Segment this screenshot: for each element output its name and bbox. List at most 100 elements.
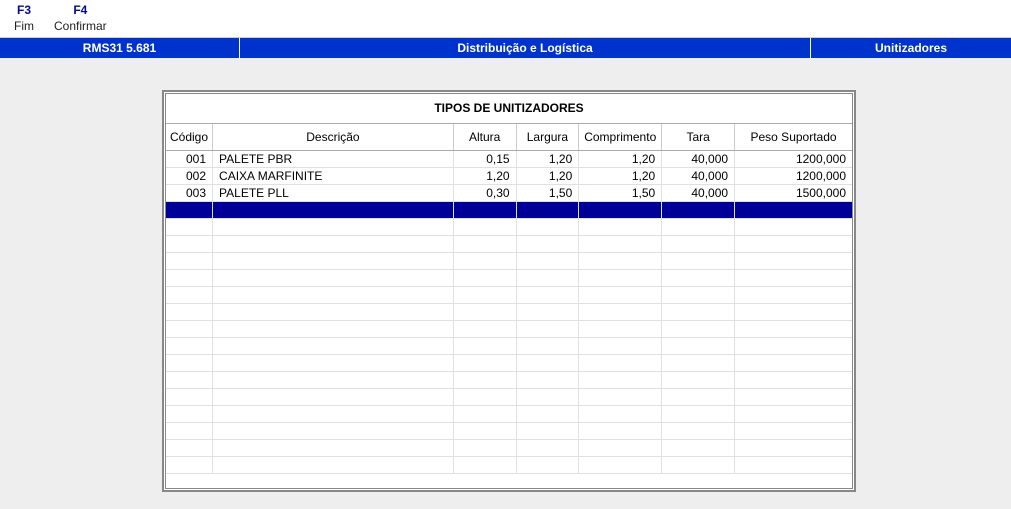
cell-comprimento	[579, 304, 662, 321]
cell-altura	[453, 287, 516, 304]
cell-descricao	[213, 253, 454, 270]
cell-comprimento	[579, 406, 662, 423]
cell-peso	[735, 321, 852, 338]
table-row[interactable]	[166, 202, 852, 219]
cell-tara	[662, 406, 735, 423]
cell-tara	[662, 338, 735, 355]
cell-codigo	[166, 270, 213, 287]
cell-comprimento	[579, 321, 662, 338]
table-row-empty	[166, 321, 852, 338]
col-header-largura: Largura	[516, 124, 579, 151]
table-row-empty	[166, 457, 852, 474]
fkey-label: Fim	[14, 18, 34, 34]
cell-comprimento	[579, 372, 662, 389]
cell-peso	[735, 304, 852, 321]
cell-descricao	[213, 406, 454, 423]
cell-altura	[453, 304, 516, 321]
table-row-empty	[166, 253, 852, 270]
cell-largura	[516, 321, 579, 338]
cell-descricao: PALETE PBR	[213, 151, 454, 168]
table-row-empty	[166, 219, 852, 236]
cell-comprimento: 1,50	[579, 185, 662, 202]
col-header-tara: Tara	[662, 124, 735, 151]
cell-altura	[453, 338, 516, 355]
table-row[interactable]: 002CAIXA MARFINITE1,201,201,2040,0001200…	[166, 168, 852, 185]
cell-altura	[453, 253, 516, 270]
table-row-empty	[166, 423, 852, 440]
cell-comprimento	[579, 338, 662, 355]
cell-largura	[516, 389, 579, 406]
cell-altura: 0,30	[453, 185, 516, 202]
cell-altura	[453, 219, 516, 236]
cell-altura	[453, 236, 516, 253]
table-row[interactable]: 003PALETE PLL0,301,501,5040,0001500,000	[166, 185, 852, 202]
cell-tara	[662, 355, 735, 372]
cell-tara	[662, 270, 735, 287]
cell-codigo	[166, 304, 213, 321]
fkey-code: F4	[73, 2, 87, 18]
cell-comprimento	[579, 219, 662, 236]
cell-tara	[662, 372, 735, 389]
cell-codigo	[166, 423, 213, 440]
cell-altura	[453, 372, 516, 389]
table-row-empty	[166, 287, 852, 304]
cell-descricao	[213, 338, 454, 355]
cell-descricao	[213, 202, 454, 219]
cell-peso	[735, 287, 852, 304]
cell-largura	[516, 440, 579, 457]
table-row-empty	[166, 372, 852, 389]
cell-tara	[662, 457, 735, 474]
cell-tara	[662, 202, 735, 219]
grid-header-row: Código Descrição Altura Largura Comprime…	[166, 124, 852, 151]
cell-peso	[735, 338, 852, 355]
cell-codigo: 001	[166, 151, 213, 168]
cell-largura	[516, 423, 579, 440]
cell-largura	[516, 219, 579, 236]
cell-comprimento	[579, 423, 662, 440]
title-bar: RMS31 5.681 Distribuição e Logística Uni…	[0, 38, 1011, 58]
cell-codigo: 003	[166, 185, 213, 202]
table-row[interactable]: 001PALETE PBR0,151,201,2040,0001200,000	[166, 151, 852, 168]
cell-comprimento: 1,20	[579, 168, 662, 185]
col-header-altura: Altura	[453, 124, 516, 151]
cell-codigo: 002	[166, 168, 213, 185]
cell-descricao	[213, 219, 454, 236]
cell-descricao	[213, 440, 454, 457]
cell-descricao: PALETE PLL	[213, 185, 454, 202]
cell-comprimento	[579, 389, 662, 406]
cell-altura	[453, 270, 516, 287]
cell-tara	[662, 287, 735, 304]
col-header-peso: Peso Suportado	[735, 124, 852, 151]
cell-largura	[516, 287, 579, 304]
cell-altura: 0,15	[453, 151, 516, 168]
cell-peso	[735, 270, 852, 287]
cell-largura: 1,20	[516, 151, 579, 168]
cell-tara: 40,000	[662, 151, 735, 168]
unitizer-grid[interactable]: Código Descrição Altura Largura Comprime…	[166, 124, 852, 474]
cell-descricao	[213, 270, 454, 287]
cell-codigo	[166, 338, 213, 355]
cell-largura	[516, 270, 579, 287]
cell-comprimento	[579, 355, 662, 372]
cell-tara	[662, 423, 735, 440]
cell-descricao	[213, 304, 454, 321]
cell-peso	[735, 440, 852, 457]
cell-descricao	[213, 321, 454, 338]
work-area: TIPOS DE UNITIZADORES Código Descrição A…	[0, 58, 1011, 509]
cell-descricao	[213, 457, 454, 474]
cell-comprimento	[579, 253, 662, 270]
fkey-f4[interactable]: F4 Confirmar	[54, 0, 107, 34]
table-row-empty	[166, 338, 852, 355]
cell-altura	[453, 440, 516, 457]
cell-largura: 1,20	[516, 168, 579, 185]
cell-tara	[662, 389, 735, 406]
cell-peso: 1200,000	[735, 168, 852, 185]
cell-codigo	[166, 202, 213, 219]
fkey-f3[interactable]: F3 Fim	[14, 0, 34, 34]
cell-peso	[735, 423, 852, 440]
cell-largura	[516, 338, 579, 355]
cell-comprimento	[579, 270, 662, 287]
cell-peso	[735, 253, 852, 270]
cell-descricao	[213, 389, 454, 406]
cell-peso	[735, 202, 852, 219]
